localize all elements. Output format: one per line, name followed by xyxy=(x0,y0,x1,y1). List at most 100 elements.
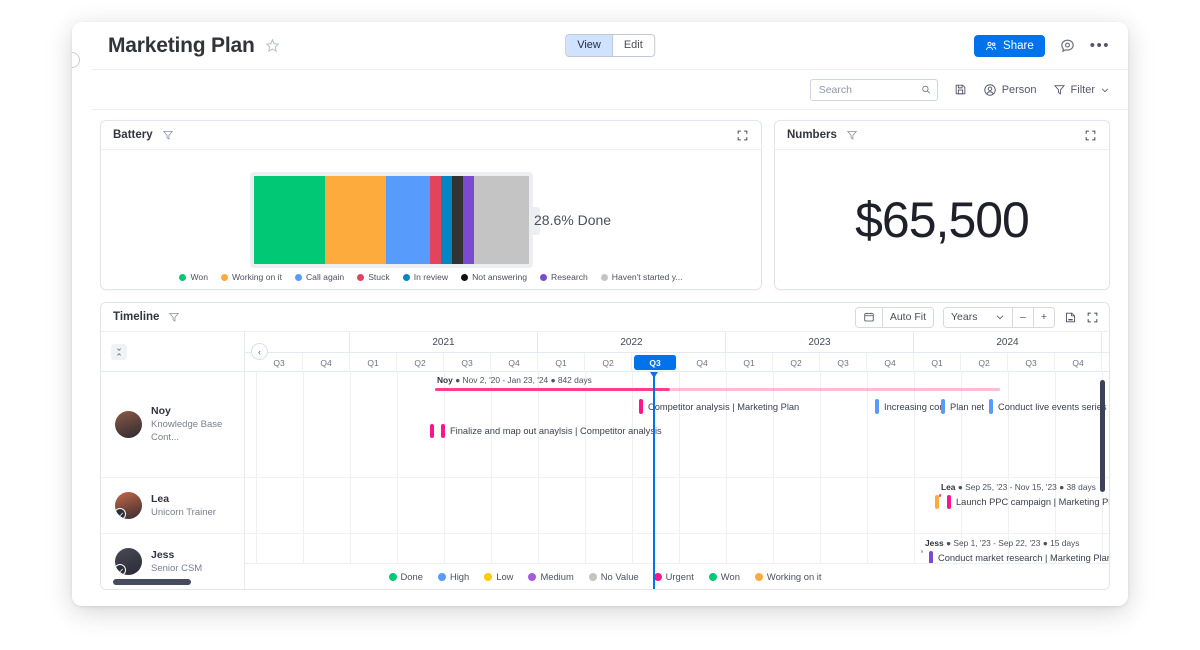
timeline-quarter-cell[interactable]: Q2 xyxy=(585,353,632,372)
battery-segment[interactable] xyxy=(441,176,452,264)
timeline-quarter-cell[interactable]: Q1 xyxy=(538,353,585,372)
collapse-nav-button[interactable] xyxy=(72,52,80,68)
battery-segment[interactable] xyxy=(452,176,463,264)
timeline-person-row[interactable]: LeaUnicorn Trainer xyxy=(101,478,244,534)
vertical-scrollbar[interactable] xyxy=(1100,380,1105,492)
funnel-icon[interactable] xyxy=(168,311,180,323)
timeline-task[interactable]: Plan net xyxy=(941,399,984,414)
legend-dot-icon xyxy=(221,274,228,281)
battery-segment[interactable] xyxy=(474,176,529,264)
timeline-quarter-cell[interactable]: Q1 xyxy=(350,353,397,372)
save-view-button[interactable] xyxy=(954,83,967,96)
person-label: Person xyxy=(1002,84,1037,96)
timeline-task[interactable]: Finalize and map out anaylsis | Competit… xyxy=(441,424,662,438)
view-edit-toggle[interactable]: View Edit xyxy=(565,34,655,57)
funnel-icon[interactable] xyxy=(846,129,858,141)
zoom-in-button[interactable]: + xyxy=(1033,308,1054,327)
battery-segment[interactable] xyxy=(430,176,441,264)
legend-label: Working on it xyxy=(232,272,282,282)
timeline-quarter-cell[interactable]: Q2 xyxy=(773,353,820,372)
board-header: Marketing Plan View Edit Share xyxy=(92,22,1128,70)
expand-icon[interactable] xyxy=(736,129,749,142)
timeline-task[interactable]: Launch PPC campaign | Marketing Plan xyxy=(947,495,1109,509)
legend-label: Medium xyxy=(540,571,573,582)
timeline-task-bar[interactable] xyxy=(935,495,939,509)
filter-button[interactable]: Filter xyxy=(1053,83,1110,96)
timeline-header: Timeline Auto Fit xyxy=(101,303,1109,332)
zoom-group[interactable]: Years – + xyxy=(943,307,1055,328)
timeline-quarter-cell[interactable]: Q4 xyxy=(679,353,726,372)
search-box[interactable] xyxy=(810,79,938,101)
screenshot-root: Marketing Plan View Edit Share xyxy=(0,0,1200,650)
timeline-quarter-cell[interactable]: Q1 xyxy=(726,353,773,372)
battery-percent-label: 28.6% Done xyxy=(534,212,611,228)
timeline-task-bar[interactable] xyxy=(941,399,945,414)
auto-fit-button[interactable]: Auto Fit xyxy=(882,308,933,327)
expand-icon[interactable] xyxy=(1086,311,1099,324)
timeline-quarter-cell[interactable]: Q2 xyxy=(397,353,444,372)
expand-icon[interactable] xyxy=(1084,129,1097,142)
auto-fit-group[interactable]: Auto Fit xyxy=(855,307,934,328)
timeline-quarter-cell[interactable]: Q2 xyxy=(961,353,1008,372)
legend-item: Done xyxy=(389,571,423,582)
timeline-summary-bar[interactable] xyxy=(670,388,1000,391)
collapse-rows-icon[interactable] xyxy=(111,344,127,360)
timeline-quarter-cell[interactable]: Q3 xyxy=(634,355,677,370)
person-role: Unicorn Trainer xyxy=(151,506,216,519)
timeline-task-bar[interactable] xyxy=(639,399,643,414)
battery-segment[interactable] xyxy=(325,176,386,264)
battery-segment[interactable] xyxy=(254,176,326,264)
timeline-summary-bar[interactable] xyxy=(939,494,941,497)
timeline-quarter-cell[interactable]: Q4 xyxy=(303,353,350,372)
avatar[interactable] xyxy=(115,548,142,575)
timeline-task-bar[interactable] xyxy=(947,495,951,509)
timeline-task-bar[interactable] xyxy=(441,424,445,438)
battery-chart: 28.6% Done xyxy=(101,150,761,289)
timeline-quarter-cell[interactable]: Q4 xyxy=(1055,353,1102,372)
timeline-quarter-cell[interactable]: Q3 xyxy=(820,353,867,372)
calendar-icon[interactable] xyxy=(856,308,882,327)
timeline-quarter-cell[interactable]: Q4 xyxy=(491,353,538,372)
timeline-task[interactable]: Competitor analysis | Marketing Plan xyxy=(639,399,799,414)
legend-dot-icon xyxy=(755,573,763,581)
tab-view[interactable]: View xyxy=(566,35,613,56)
timeline-summary-bar[interactable] xyxy=(435,388,670,391)
timeline-task-label: Competitor analysis | Marketing Plan xyxy=(648,402,799,412)
legend-label: High xyxy=(450,571,469,582)
timeline-task-bar[interactable] xyxy=(430,424,434,438)
horizontal-scrollbar[interactable] xyxy=(113,579,191,585)
battery-segment[interactable] xyxy=(463,176,474,264)
timeline-task[interactable]: Increasing cor xyxy=(875,399,942,414)
avatar[interactable] xyxy=(115,411,142,438)
timeline-person-row[interactable]: NoyKnowledge Base Cont... xyxy=(101,372,244,478)
star-icon[interactable] xyxy=(265,38,280,53)
chat-bubble-icon[interactable] xyxy=(1059,37,1076,54)
export-icon[interactable] xyxy=(1064,311,1077,324)
timeline-task[interactable] xyxy=(935,495,939,509)
timeline-quarter-cell[interactable]: Q1 xyxy=(914,353,961,372)
chevron-left-icon[interactable]: ‹ xyxy=(251,343,268,360)
timeline-chart-area: ‹ 20212022202320242025 Q3Q4Q1Q2Q3Q4Q1Q2Q… xyxy=(245,332,1109,590)
timeline-task[interactable] xyxy=(430,424,434,438)
zoom-out-button[interactable]: – xyxy=(1012,308,1033,327)
timeline-task-bar[interactable] xyxy=(989,399,993,414)
timeline-quarter-cell[interactable]: Q3 xyxy=(1008,353,1055,372)
funnel-icon[interactable] xyxy=(162,129,174,141)
battery-segment[interactable] xyxy=(386,176,430,264)
search-input[interactable] xyxy=(817,83,921,97)
zoom-level-select[interactable]: Years xyxy=(944,308,1012,327)
more-options-icon[interactable]: ••• xyxy=(1090,42,1110,50)
numbers-widget-title: Numbers xyxy=(787,129,837,141)
share-button[interactable]: Share xyxy=(974,35,1045,57)
person-filter-button[interactable]: Person xyxy=(983,83,1037,97)
timeline-quarter-cell[interactable]: Q3 xyxy=(444,353,491,372)
timeline-task-bar[interactable] xyxy=(875,399,879,414)
legend-dot-icon xyxy=(461,274,468,281)
timeline-quarter-cell[interactable]: Q1 xyxy=(1102,353,1109,372)
avatar[interactable] xyxy=(115,492,142,519)
timeline-task[interactable]: Conduct live events series | Marketing P… xyxy=(989,399,1109,414)
tab-edit[interactable]: Edit xyxy=(613,35,654,56)
legend-label: Won xyxy=(190,272,208,282)
timeline-summary-bar[interactable] xyxy=(921,550,923,553)
timeline-quarter-cell[interactable]: Q4 xyxy=(867,353,914,372)
